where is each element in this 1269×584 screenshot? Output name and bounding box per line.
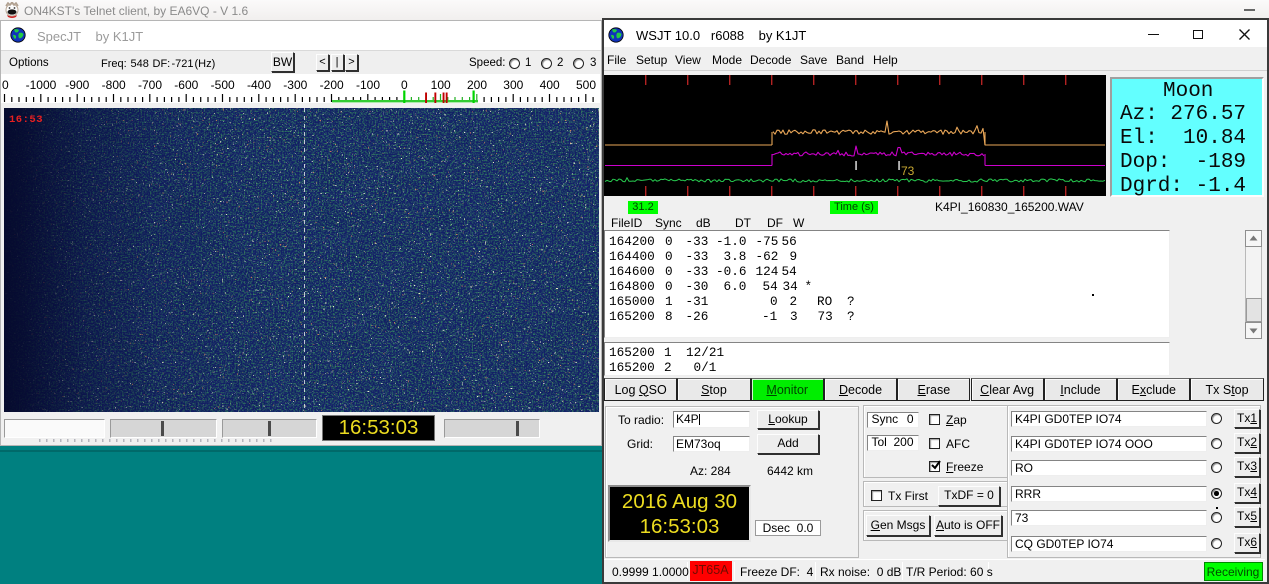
svg-text:500: 500 [576,78,596,92]
svg-text:-500: -500 [211,78,235,92]
svg-text:0: 0 [2,78,9,92]
svg-text:100: 100 [431,78,451,92]
svg-text:400: 400 [540,78,560,92]
svg-text:-900: -900 [65,78,89,92]
svg-text:0: 0 [401,78,408,92]
svg-text:-1000: -1000 [26,78,57,92]
svg-text:200: 200 [467,78,487,92]
svg-text:-100: -100 [356,78,380,92]
svg-text:73: 73 [901,164,915,178]
svg-text:-400: -400 [247,78,271,92]
svg-text:-200: -200 [320,78,344,92]
svg-text:-700: -700 [138,78,162,92]
svg-text:-300: -300 [283,78,307,92]
svg-text:-800: -800 [102,78,126,92]
svg-text:300: 300 [503,78,523,92]
svg-text:-600: -600 [174,78,198,92]
